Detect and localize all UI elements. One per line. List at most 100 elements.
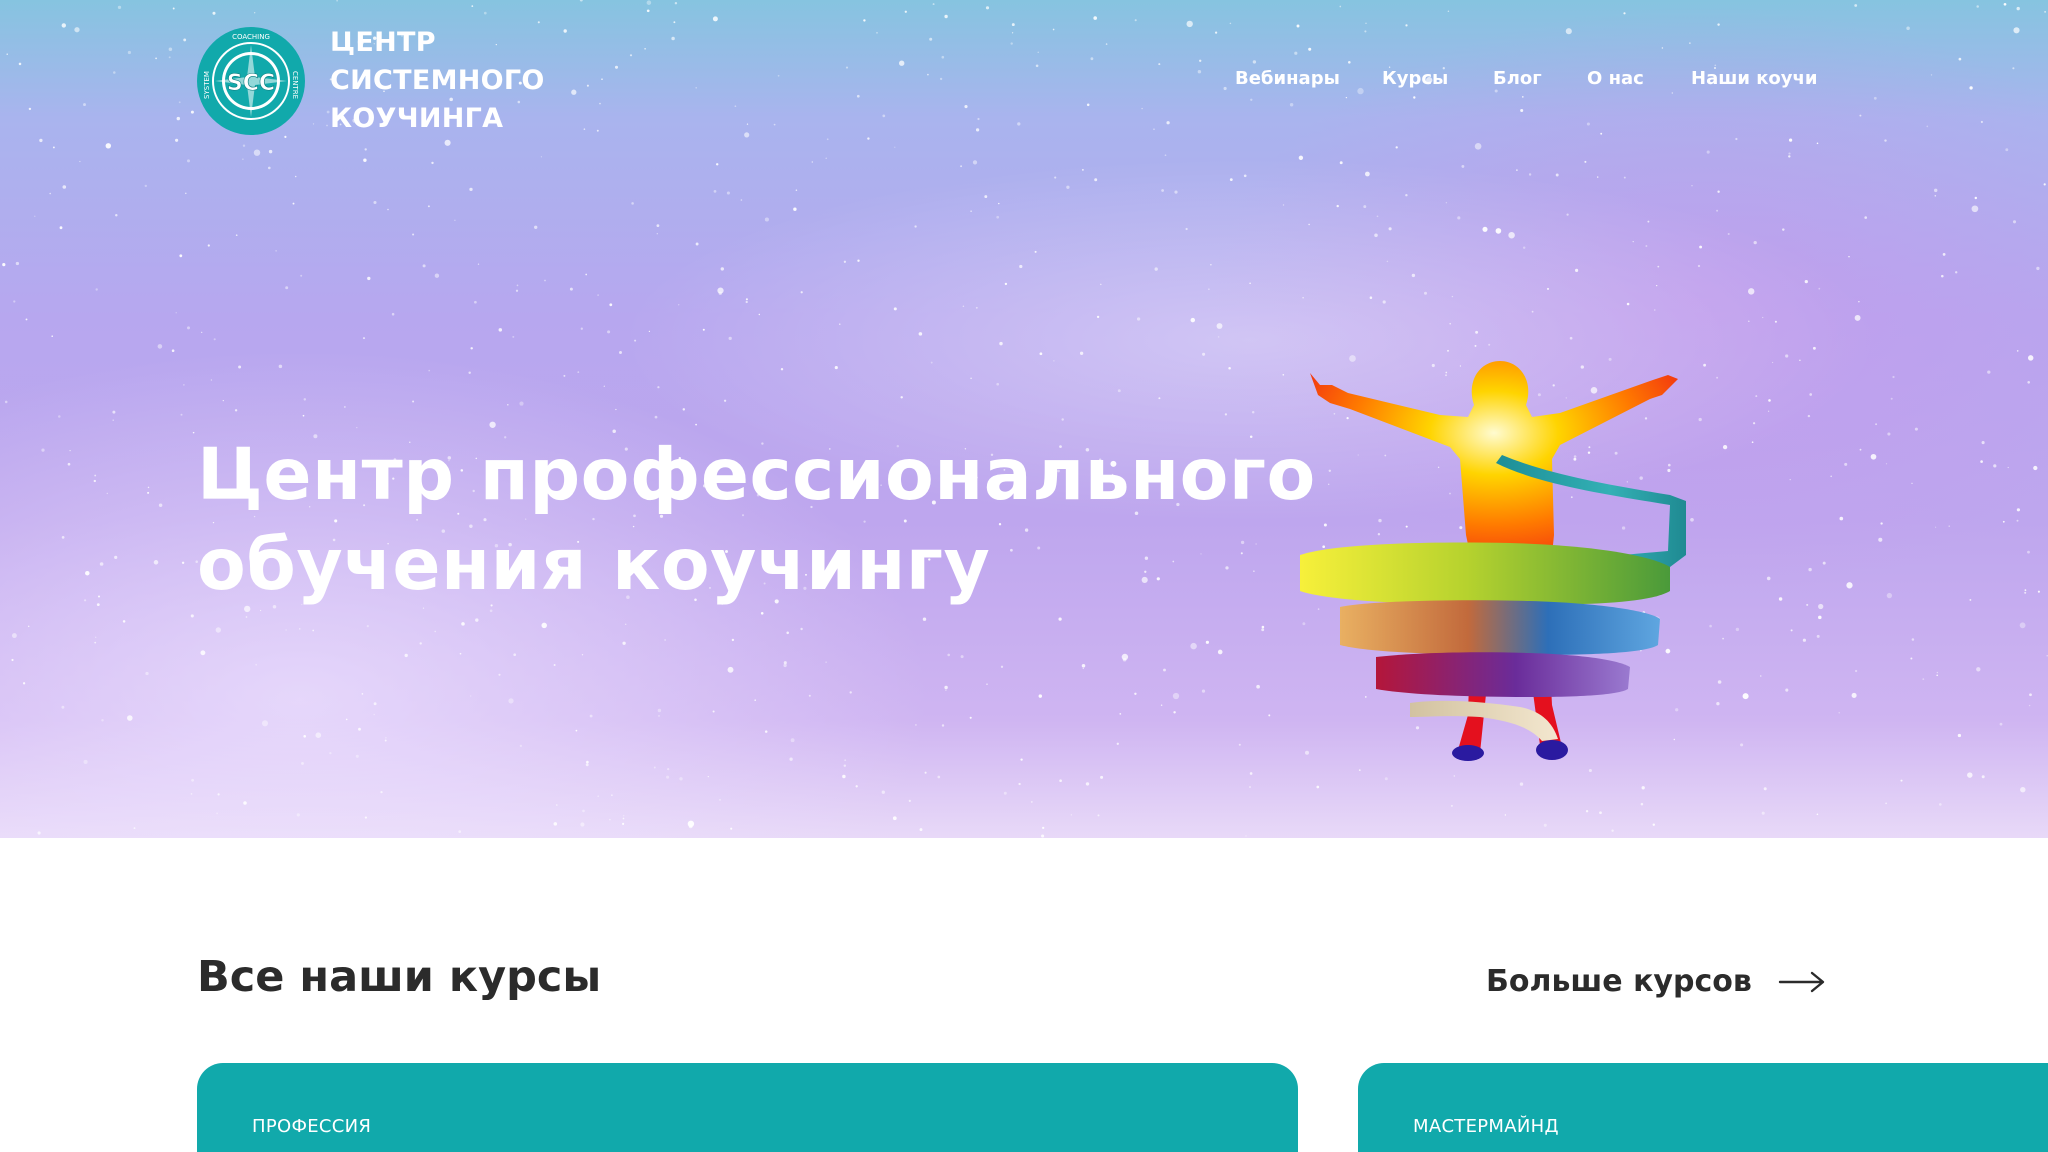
star (122, 620, 126, 623)
star (839, 323, 841, 325)
star (919, 828, 923, 832)
star (1134, 692, 1137, 695)
star (210, 379, 213, 381)
svg-text:COACHING: COACHING (232, 33, 270, 41)
star (1727, 232, 1730, 236)
star (1037, 51, 1039, 53)
star (1886, 592, 1893, 599)
star (843, 764, 847, 767)
star (94, 641, 97, 644)
star (914, 225, 917, 228)
star (454, 219, 456, 221)
star (671, 36, 675, 41)
star (540, 156, 543, 158)
star (607, 330, 611, 334)
star (74, 27, 80, 33)
star (893, 307, 897, 311)
brand-name[interactable]: ЦЕНТР СИСТЕМНОГО КОУЧИНГА (330, 24, 545, 138)
star (939, 77, 943, 81)
star (147, 491, 150, 494)
star (1654, 309, 1656, 311)
star (329, 751, 332, 755)
more-courses-link[interactable]: Больше курсов (1486, 964, 1826, 999)
star (1197, 69, 1202, 74)
star (1229, 178, 1233, 182)
star (740, 199, 743, 201)
star (373, 200, 377, 205)
star (1716, 209, 1719, 212)
star (1382, 300, 1386, 304)
nav-item-about[interactable]: О нас (1587, 68, 1644, 89)
star (61, 23, 66, 28)
star (1085, 782, 1090, 786)
star (1981, 775, 1985, 779)
star (1941, 274, 1944, 278)
star (695, 423, 697, 426)
star (1816, 142, 1819, 145)
star (1289, 102, 1294, 107)
star (715, 163, 719, 166)
star (178, 101, 181, 104)
star (49, 192, 52, 195)
scc-logo-icon[interactable]: SCC COACHING CENTRE SYSTEM (197, 27, 305, 135)
star (471, 5, 474, 7)
star (180, 413, 183, 416)
star (754, 699, 756, 701)
star (1449, 322, 1452, 325)
star (825, 157, 827, 159)
star (569, 287, 573, 291)
nav-item-coaches[interactable]: Наши коучи (1691, 68, 1818, 89)
star (1229, 22, 1232, 25)
star (212, 11, 216, 15)
star (1482, 226, 1488, 232)
course-card[interactable]: ПРОФЕССИЯ (197, 1063, 1298, 1152)
star (563, 29, 567, 33)
star (1094, 178, 1098, 182)
star (1838, 712, 1840, 714)
star (187, 326, 190, 330)
course-card[interactable]: МАСТЕРМАЙНД (1358, 1063, 2048, 1152)
star (1546, 287, 1550, 290)
star (930, 361, 933, 364)
star (555, 804, 558, 806)
star (731, 638, 735, 642)
star (1388, 227, 1392, 231)
star (1967, 772, 1973, 778)
star (914, 723, 917, 726)
star (58, 415, 61, 418)
star (585, 763, 589, 767)
star (845, 66, 849, 69)
star (553, 822, 558, 826)
star (2002, 520, 2005, 523)
star (1158, 397, 1161, 400)
star (2043, 183, 2046, 186)
star (960, 655, 964, 659)
star (1447, 349, 1449, 352)
nav-item-webinars[interactable]: Вебинары (1235, 68, 1340, 89)
star (707, 775, 709, 778)
star (444, 139, 451, 146)
star (2019, 622, 2026, 629)
star (11, 658, 14, 662)
star (646, 0, 652, 5)
star (145, 671, 149, 676)
star (1691, 185, 1693, 187)
star (1217, 336, 1220, 338)
nav-item-courses[interactable]: Курсы (1382, 68, 1448, 89)
star (216, 812, 218, 815)
star (1974, 196, 1978, 200)
more-courses-label: Больше курсов (1486, 964, 1752, 999)
star (515, 289, 519, 292)
star (1999, 722, 2003, 726)
star (984, 195, 988, 199)
nav-item-blog[interactable]: Блог (1493, 68, 1542, 89)
star (1173, 711, 1176, 714)
star (1164, 154, 1167, 157)
star (764, 730, 768, 733)
star (1252, 60, 1257, 64)
star (900, 396, 903, 399)
star (1808, 567, 1812, 572)
star (727, 666, 734, 673)
star (1268, 714, 1271, 717)
star (918, 332, 923, 336)
